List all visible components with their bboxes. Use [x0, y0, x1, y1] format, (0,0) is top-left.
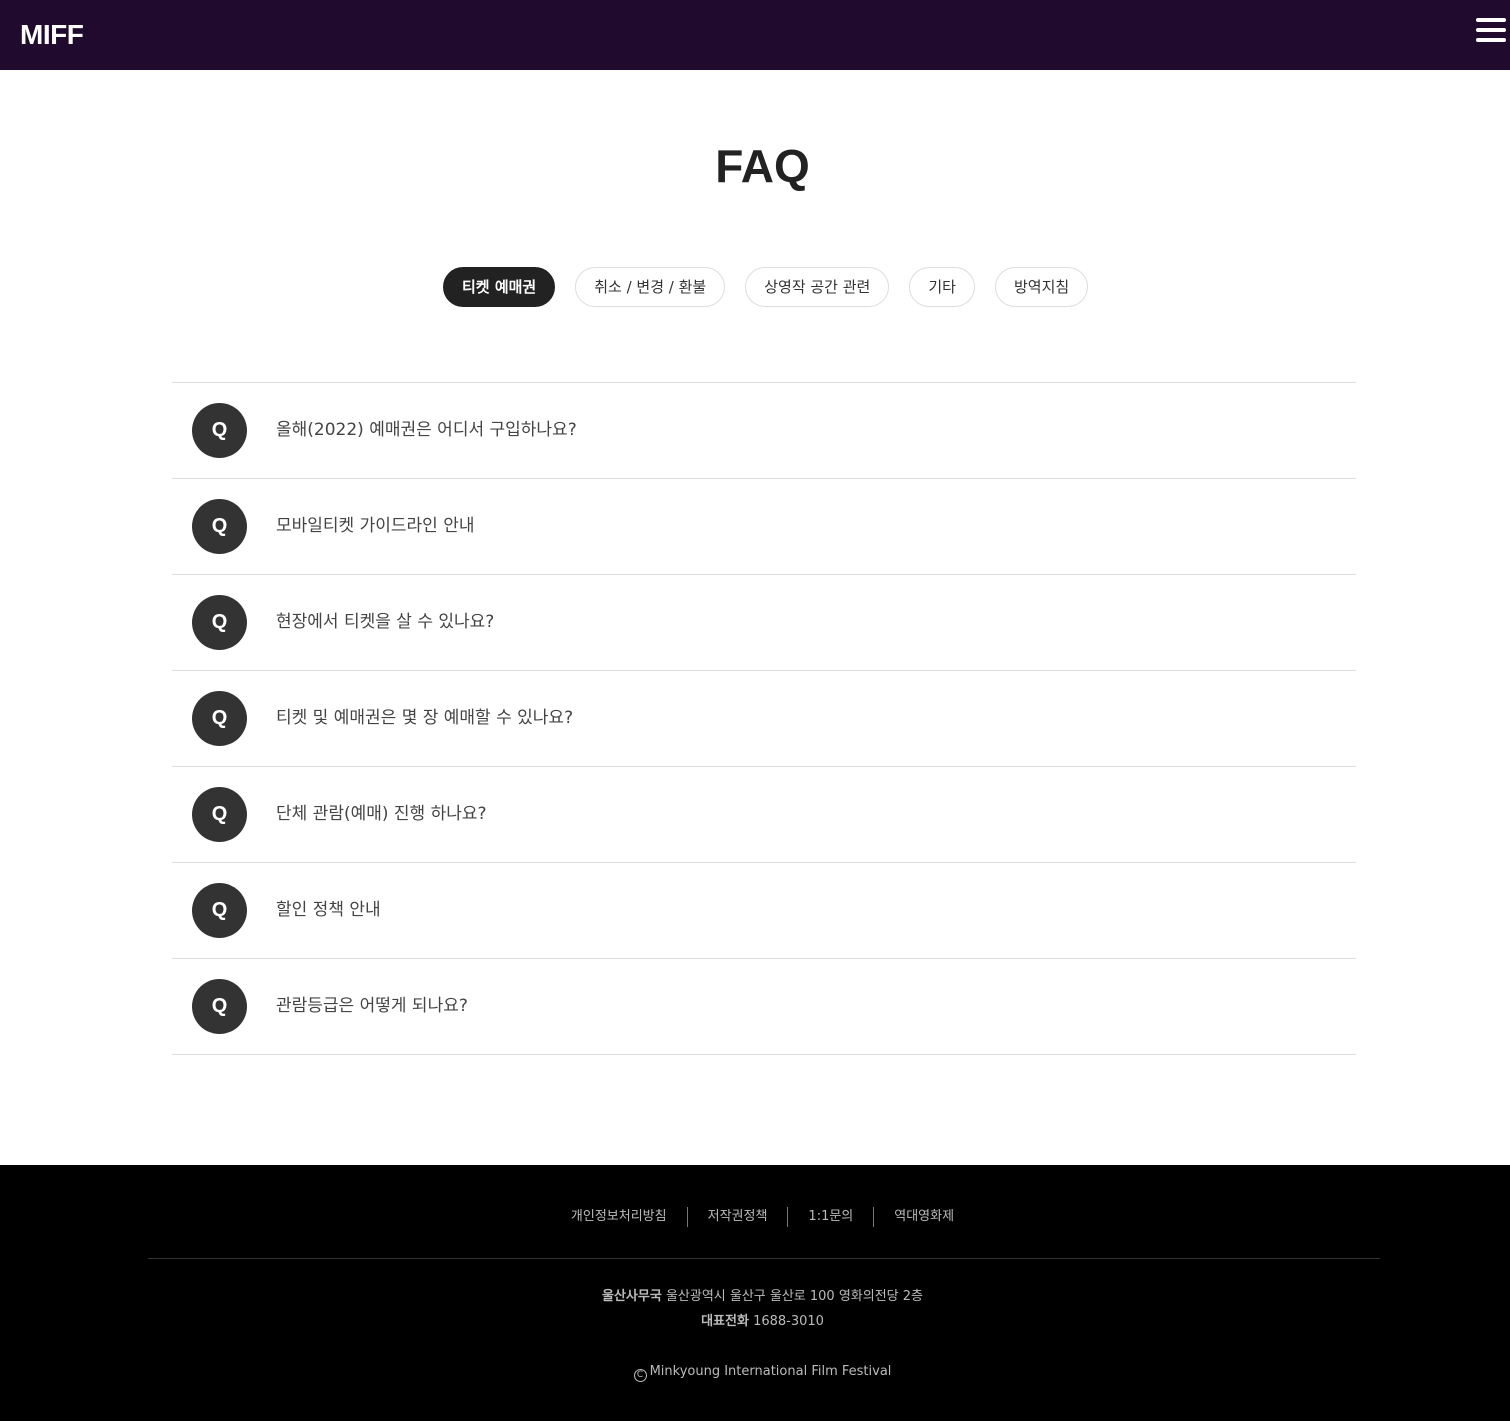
tab-ticket[interactable]: 티켓 예매권 [443, 267, 556, 307]
tab-venue[interactable]: 상영작 공간 관련 [745, 267, 890, 307]
footer-link-past-festivals[interactable]: 역대영화제 [873, 1207, 974, 1227]
faq-item[interactable]: Q 단체 관람(예매) 진행 하나요? [172, 767, 1356, 863]
faq-question[interactable]: 관람등급은 어떻게 되나요? [276, 959, 468, 1054]
phone-number: 1688-3010 [753, 1314, 824, 1329]
tab-cancel-change-refund[interactable]: 취소 / 변경 / 환불 [575, 267, 726, 307]
faq-category-tabs: 티켓 예매권 취소 / 변경 / 환불 상영작 공간 관련 기타 방역지침 [443, 267, 1089, 307]
office-label: 울산사무국 [601, 1289, 662, 1304]
faq-item[interactable]: Q 올해(2022) 예매권은 어디서 구입하나요? [172, 383, 1356, 479]
question-badge: Q [192, 787, 247, 842]
site-footer: 개인정보처리방침 저작권정책 1:1문의 역대영화제 울산사무국 울산광역시 울… [0, 1165, 1510, 1421]
menu-bar [1476, 18, 1506, 22]
copyright-text: Minkyoung International Film Festival [649, 1364, 892, 1379]
copyright-icon: C [633, 1369, 647, 1382]
faq-question[interactable]: 현장에서 티켓을 살 수 있나요? [276, 575, 494, 670]
faq-list: Q 올해(2022) 예매권은 어디서 구입하나요? Q 모바일티켓 가이드라인… [172, 382, 1356, 1055]
faq-item[interactable]: Q 관람등급은 어떻게 되나요? [172, 959, 1356, 1055]
footer-link-privacy[interactable]: 개인정보처리방침 [551, 1207, 687, 1227]
footer-divider [148, 1258, 1380, 1259]
office-address-line: 울산사무국 울산광역시 울산구 울산로 100 영화의전당 2층 [0, 1287, 1510, 1307]
office-address: 울산광역시 울산구 울산로 100 영화의전당 2층 [665, 1289, 924, 1304]
faq-item[interactable]: Q 티켓 및 예매권은 몇 장 예매할 수 있나요? [172, 671, 1356, 767]
menu-bar [1476, 38, 1506, 42]
faq-item[interactable]: Q 현장에서 티켓을 살 수 있나요? [172, 575, 1356, 671]
faq-question[interactable]: 올해(2022) 예매권은 어디서 구입하나요? [276, 383, 577, 478]
tab-etc[interactable]: 기타 [909, 267, 975, 307]
site-logo[interactable]: MIFF [20, 18, 84, 52]
footer-link-inquiry[interactable]: 1:1문의 [787, 1207, 873, 1227]
question-badge: Q [192, 499, 247, 554]
site-header: MIFF [0, 0, 1510, 70]
footer-link-copyright-policy[interactable]: 저작권정책 [686, 1207, 788, 1227]
question-badge: Q [192, 691, 247, 746]
faq-question[interactable]: 티켓 및 예매권은 몇 장 예매할 수 있나요? [276, 671, 573, 766]
phone-line: 대표전화 1688-3010 [0, 1312, 1510, 1332]
phone-label: 대표전화 [701, 1314, 749, 1329]
hamburger-menu-icon[interactable] [1474, 16, 1508, 46]
page-title: FAQ [715, 140, 810, 192]
question-badge: Q [192, 979, 247, 1034]
question-badge: Q [192, 595, 247, 650]
copyright-line: C Minkyoung International Film Festival [0, 1362, 1510, 1382]
question-badge: Q [192, 883, 247, 938]
faq-item[interactable]: Q 할인 정책 안내 [172, 863, 1356, 959]
footer-nav: 개인정보처리방침 저작권정책 1:1문의 역대영화제 [0, 1207, 1510, 1227]
menu-bar [1476, 28, 1506, 32]
faq-question[interactable]: 단체 관람(예매) 진행 하나요? [276, 767, 487, 862]
faq-question[interactable]: 할인 정책 안내 [276, 863, 381, 958]
tab-quarantine[interactable]: 방역지침 [994, 267, 1089, 307]
faq-question[interactable]: 모바일티켓 가이드라인 안내 [276, 479, 475, 574]
question-badge: Q [192, 403, 247, 458]
faq-item[interactable]: Q 모바일티켓 가이드라인 안내 [172, 479, 1356, 575]
